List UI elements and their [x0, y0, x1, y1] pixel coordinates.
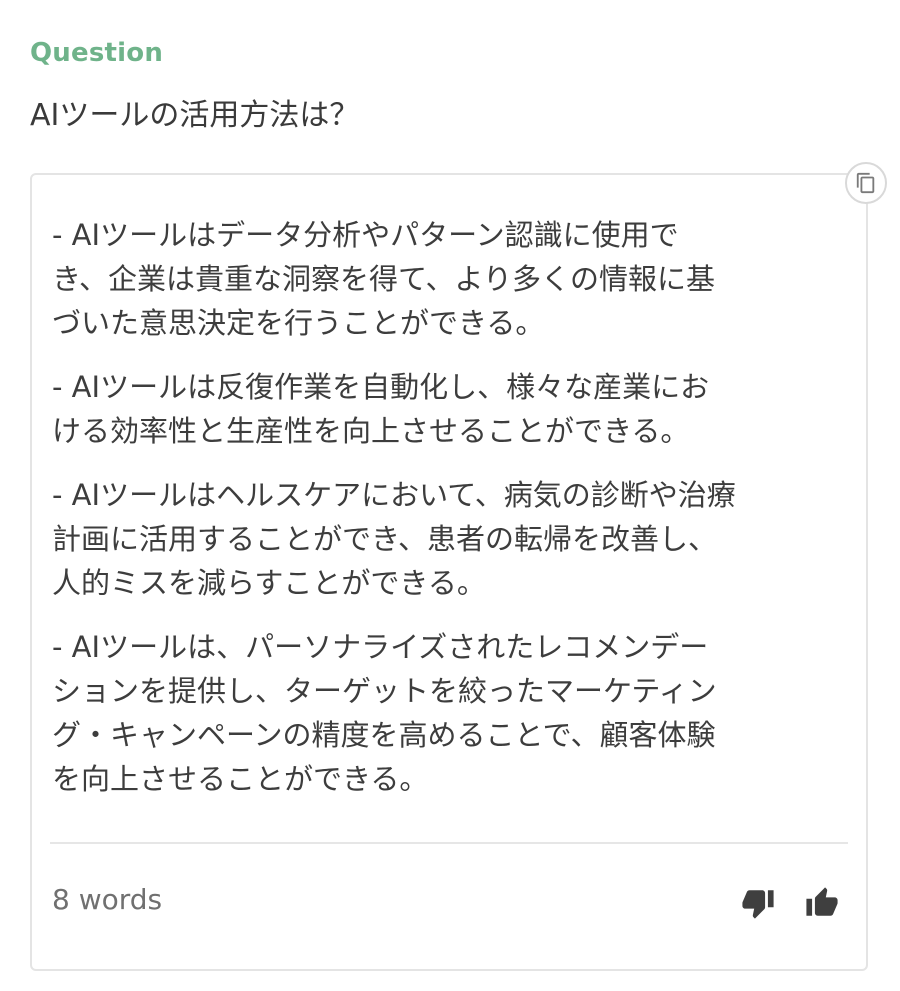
- thumbs-down-icon: [742, 890, 774, 919]
- question-text: AIツールの活用方法は？: [30, 98, 360, 133]
- answer-item: - AIツールは反復作業を自動化し、様々な産業にお ける効率性と生産性を向上させ…: [52, 370, 710, 448]
- thumbs-up-icon: [806, 887, 838, 916]
- answer-card: - AIツールはデータ分析やパターン認識に使用で き、企業は貴重な洞察を得て、よ…: [30, 173, 868, 971]
- question-label: Question: [30, 38, 164, 68]
- copy-button[interactable]: [845, 162, 887, 204]
- answer-item: - AIツールは、パーソナライズされたレコメンデー ションを提供し、ターゲットを…: [52, 630, 717, 796]
- divider: [50, 842, 848, 844]
- answer-body: - AIツールはデータ分析やパターン認識に使用で き、企業は貴重な洞察を得て、よ…: [52, 213, 852, 821]
- answer-item: - AIツールはデータ分析やパターン認識に使用で き、企業は貴重な洞察を得て、よ…: [52, 218, 715, 340]
- thumbs-up-button[interactable]: [802, 883, 842, 923]
- word-count: 8 words: [52, 883, 163, 916]
- answer-item: - AIツールはヘルスケアにおいて、病気の診断や治療 計画に活用することができ、…: [52, 478, 736, 600]
- thumbs-down-button[interactable]: [738, 883, 778, 923]
- copy-icon: [856, 172, 875, 194]
